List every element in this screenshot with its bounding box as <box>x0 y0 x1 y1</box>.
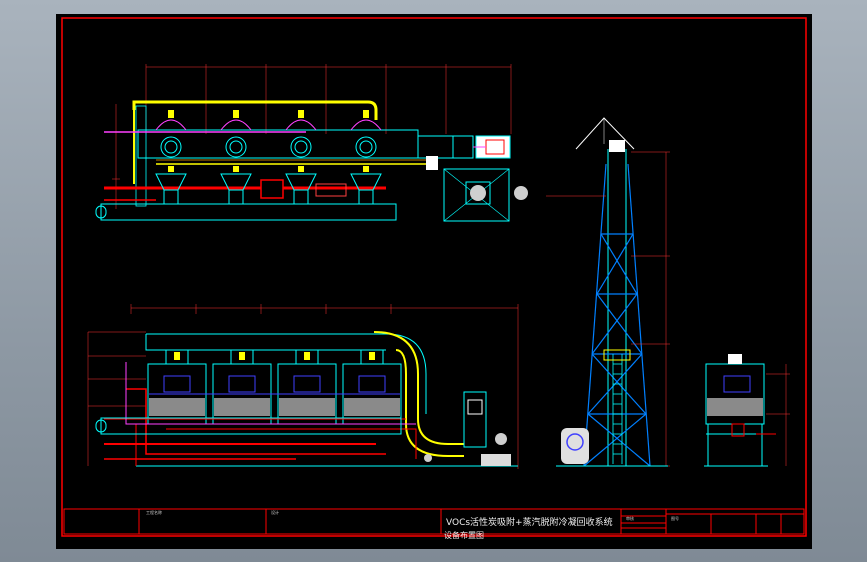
project-label: 工程名称 <box>146 510 162 515</box>
drawing-sheet: 工程名称 设计 图号 审核 VOCs活性炭吸附+蒸汽脱附冷凝回收系统 设备布置图 <box>56 14 812 549</box>
project-name: VOCs活性炭吸附+蒸汽脱附冷凝回收系统 <box>446 518 613 528</box>
check-label: 审核 <box>626 516 634 521</box>
side-elevation <box>704 354 790 467</box>
drawing-title: 设备布置图 <box>444 531 484 540</box>
title-block <box>63 508 805 535</box>
front-elevation <box>87 304 519 469</box>
design-label: 设计 <box>271 510 279 515</box>
cad-drawing <box>61 17 807 537</box>
carbon-bed <box>149 398 400 416</box>
plan-view <box>95 64 528 222</box>
chimney-elevation <box>546 117 670 467</box>
drawing-no-label: 图号 <box>671 516 679 521</box>
